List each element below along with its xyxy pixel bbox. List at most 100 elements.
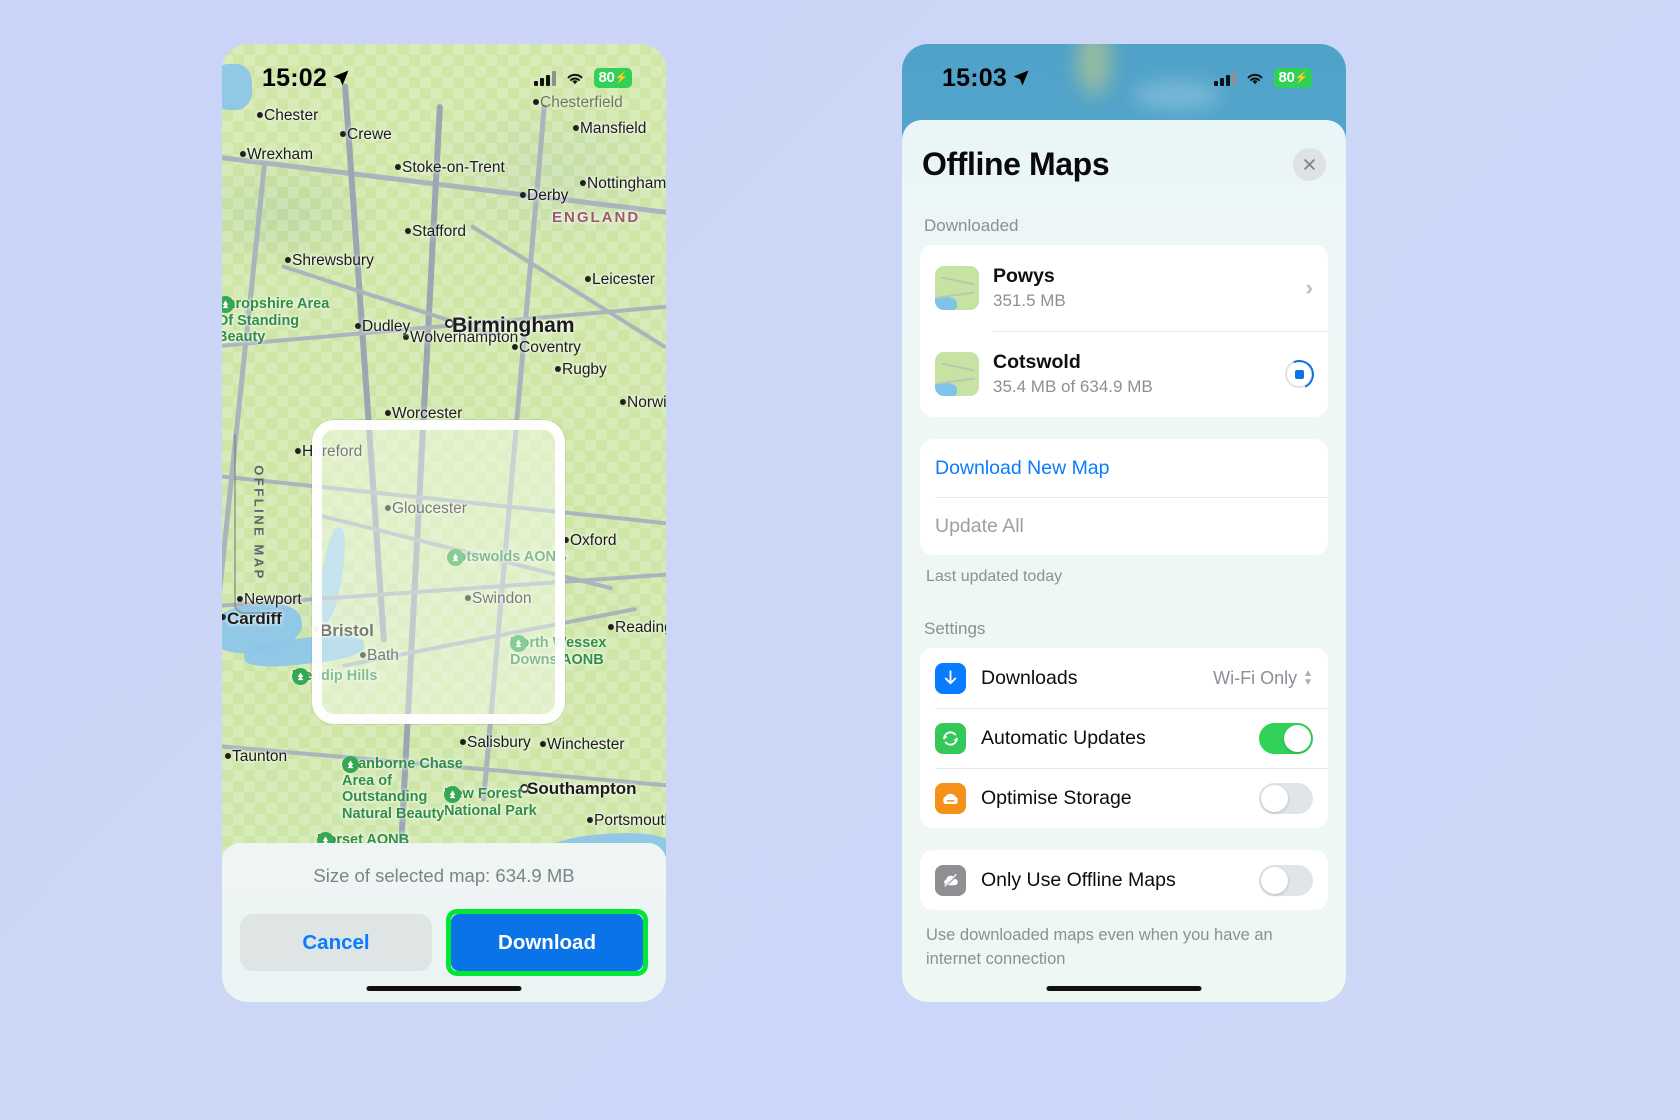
map-place-dot bbox=[573, 125, 579, 131]
protected-area-label: Shropshire Area Of Standing Beauty bbox=[222, 296, 330, 346]
map-place-dot bbox=[585, 276, 591, 282]
home-indicator bbox=[366, 986, 522, 991]
setting-value[interactable]: Wi-Fi Only ▲ ▼ bbox=[1213, 668, 1313, 689]
selection-handle-right[interactable] bbox=[556, 540, 565, 604]
setting-row-downloads[interactable]: Downloads Wi-Fi Only ▲ ▼ bbox=[920, 648, 1328, 708]
map-name: Cotswold bbox=[993, 351, 1081, 373]
setting-label: Only Use Offline Maps bbox=[981, 868, 1176, 891]
offline-only-footnote: Use downloaded maps even when you have a… bbox=[926, 926, 1273, 968]
map-place-label: Portsmouth bbox=[594, 812, 666, 829]
setting-label: Downloads bbox=[981, 666, 1078, 689]
map-place-label: Rugby bbox=[562, 361, 607, 378]
map-place-dot bbox=[257, 112, 263, 118]
status-time: 15:02 bbox=[262, 63, 327, 92]
battery-level: 80 bbox=[1278, 69, 1295, 86]
protected-area-label: Cranborne Chase Area of Outstanding Natu… bbox=[342, 756, 463, 823]
map-place-dot bbox=[240, 151, 246, 157]
download-new-map-row[interactable]: Download New Map bbox=[920, 439, 1328, 497]
toggle-switch[interactable] bbox=[1259, 864, 1313, 896]
map-place-label: Derby bbox=[527, 187, 569, 204]
battery-charging-icon: ⚡ bbox=[1294, 72, 1309, 84]
screenshot-stage: Chester Crewe Wrexham Stoke-on-Trent Chester… bbox=[0, 0, 1680, 1120]
storage-icon bbox=[935, 782, 966, 814]
offline-only-card: Only Use Offline Maps bbox=[920, 850, 1328, 910]
chevron-right-icon: › bbox=[1305, 275, 1313, 300]
map-size: 351.5 MB bbox=[993, 291, 1066, 310]
cancel-button[interactable]: Cancel bbox=[240, 914, 432, 971]
refresh-icon bbox=[935, 722, 966, 754]
country-label: ENGLAND bbox=[552, 209, 641, 226]
setting-label: Automatic Updates bbox=[981, 726, 1146, 749]
right-phone-screen: 15:03 80 ⚡ Offline Maps Downloaded Powys… bbox=[902, 44, 1346, 1002]
setting-row-optimise-storage[interactable]: Optimise Storage bbox=[920, 768, 1328, 828]
map-selection-box[interactable] bbox=[312, 420, 565, 724]
sheet-button-row: Cancel Download bbox=[222, 887, 666, 976]
panel-header: Offline Maps bbox=[920, 120, 1328, 183]
status-indicators: 80 ⚡ bbox=[1213, 68, 1312, 88]
action-label: Update All bbox=[935, 514, 1024, 537]
battery-indicator: 80 ⚡ bbox=[593, 68, 632, 88]
map-place-label: Oxford bbox=[570, 532, 617, 549]
toggle-switch[interactable] bbox=[1259, 782, 1313, 814]
offline-maps-panel: Offline Maps Downloaded Powys 351.5 MB › Co… bbox=[902, 120, 1346, 1002]
map-place-label: Leicester bbox=[592, 271, 655, 288]
status-indicators: 80 ⚡ bbox=[533, 68, 632, 88]
map-place-dot bbox=[340, 131, 346, 137]
map-place-dot bbox=[285, 257, 291, 263]
setting-value-text: Wi-Fi Only bbox=[1213, 667, 1298, 688]
selection-handle-bottom[interactable] bbox=[406, 715, 471, 724]
map-place-label: Stafford bbox=[412, 223, 467, 240]
setting-row-automatic-updates[interactable]: Automatic Updates bbox=[920, 708, 1328, 768]
map-place-dot bbox=[460, 739, 466, 745]
map-row-texts: Cotswold 35.4 MB of 634.9 MB bbox=[993, 351, 1285, 397]
action-label: Download New Map bbox=[935, 456, 1110, 479]
map-place-dot bbox=[608, 624, 614, 630]
map-place-label: Norwich bbox=[627, 394, 666, 411]
map-place-label: Shrewsbury bbox=[292, 252, 374, 269]
park-pin-icon bbox=[342, 756, 359, 773]
map-place-dot bbox=[520, 192, 526, 198]
downloaded-map-row[interactable]: Powys 351.5 MB › bbox=[920, 245, 1328, 331]
map-place-label: Crewe bbox=[347, 126, 392, 143]
download-button[interactable]: Download bbox=[451, 914, 643, 971]
offline-map-edge-text: OFFLINE MAP bbox=[251, 465, 267, 581]
map-size: 35.4 MB of 634.9 MB bbox=[993, 377, 1153, 396]
map-place-label: Taunton bbox=[232, 748, 288, 765]
map-place-label: Winchester bbox=[547, 736, 625, 753]
map-name: Powys bbox=[993, 265, 1055, 287]
home-indicator bbox=[1046, 986, 1202, 991]
map-place-dot bbox=[395, 164, 401, 170]
chevron-updown-icon: ▲ ▼ bbox=[1303, 667, 1313, 688]
toggle-switch[interactable] bbox=[1259, 722, 1313, 754]
close-button[interactable] bbox=[1293, 148, 1326, 181]
setting-row-only-use-offline-maps[interactable]: Only Use Offline Maps bbox=[920, 850, 1328, 910]
map-place-dot bbox=[385, 410, 391, 416]
page-title: Offline Maps bbox=[922, 146, 1110, 182]
map-place-label: Coventry bbox=[519, 339, 582, 356]
map-place-label: Dudley bbox=[362, 318, 411, 335]
map-place-label: Mansfield bbox=[580, 120, 647, 137]
download-arrow-icon bbox=[935, 662, 966, 694]
map-place-dot bbox=[225, 753, 231, 759]
location-arrow-icon bbox=[1013, 70, 1029, 86]
update-all-row: Update All bbox=[920, 497, 1328, 555]
battery-charging-icon: ⚡ bbox=[614, 72, 629, 84]
selection-handle-left[interactable] bbox=[312, 540, 321, 604]
last-updated-note: Last updated today bbox=[926, 568, 1063, 585]
offline-map-edge-label: OFFLINE MAP bbox=[234, 434, 282, 614]
wifi-icon bbox=[1247, 73, 1262, 84]
map-place-dot bbox=[355, 323, 361, 329]
map-place-label: Stoke-on-Trent bbox=[402, 159, 505, 176]
download-sheet: Size of selected map: 634.9 MB Cancel Do… bbox=[222, 843, 666, 1002]
map-place-label: Birmingham bbox=[452, 314, 575, 337]
map-thumbnail bbox=[935, 266, 979, 310]
downloaded-maps-card: Powys 351.5 MB › Cotswold 35.4 MB of 634.9 M… bbox=[920, 245, 1328, 417]
status-time-group: 15:03 bbox=[942, 64, 1030, 93]
settings-card: Downloads Wi-Fi Only ▲ ▼ Automatic Updates Op… bbox=[920, 648, 1328, 828]
map-actions-card: Download New Map Update All bbox=[920, 439, 1328, 555]
download-progress-icon[interactable] bbox=[1285, 360, 1313, 388]
map-place-label: Wrexham bbox=[247, 146, 314, 163]
left-phone-screen: Chester Crewe Wrexham Stoke-on-Trent Chester… bbox=[222, 44, 666, 1002]
downloaded-map-row[interactable]: Cotswold 35.4 MB of 634.9 MB bbox=[920, 331, 1328, 417]
selection-handle-top[interactable] bbox=[406, 420, 471, 429]
